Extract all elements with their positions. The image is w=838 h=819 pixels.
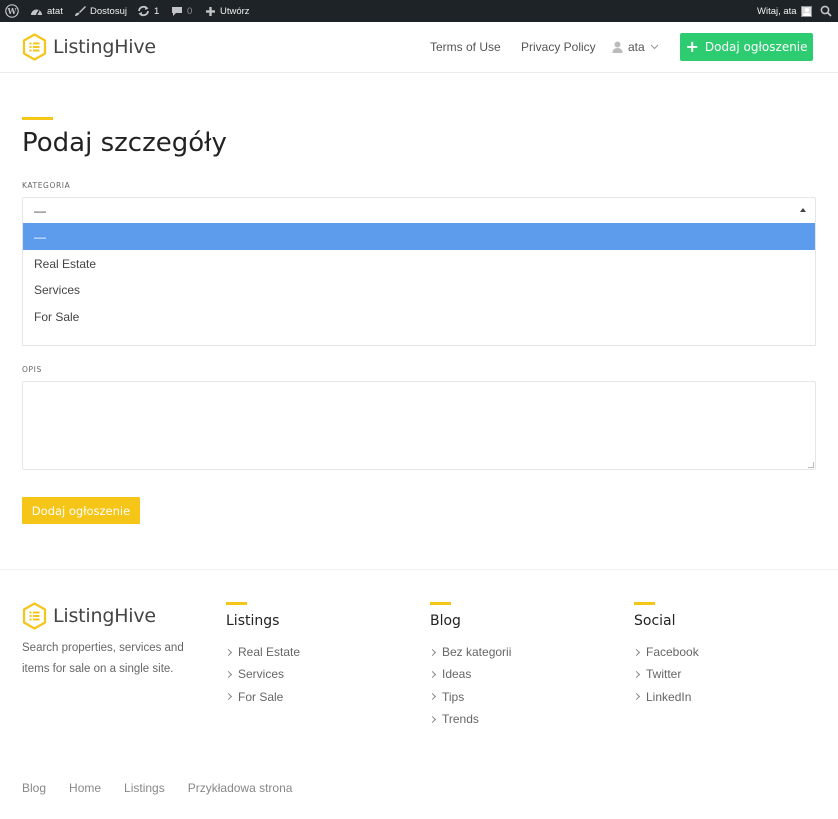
footer-link-label: LinkedIn	[646, 689, 692, 704]
site-name-menu[interactable]: atat	[30, 0, 63, 22]
footer-link-label: Trends	[442, 712, 479, 727]
search-icon[interactable]	[820, 0, 832, 22]
footer-list-blog: Bez kategorii Ideas Tips Trends	[428, 641, 512, 730]
add-listing-button[interactable]: + Dodaj ogłoszenie	[680, 33, 813, 61]
footer-link-label: Twitter	[646, 667, 682, 682]
chevron-right-icon	[428, 693, 437, 701]
footer-col-title-social: Social	[634, 613, 676, 629]
chevron-right-icon	[428, 715, 437, 723]
logo-text: ListingHive	[53, 36, 156, 58]
comments-count: 0	[187, 5, 193, 17]
footer-description: Search properties, services and items fo…	[22, 642, 184, 675]
avatar	[800, 5, 812, 17]
greeting: Witaj, ata	[757, 5, 797, 17]
hive-logo-icon	[22, 602, 47, 630]
footer-link-label: Tips	[442, 689, 465, 704]
page-title: Podaj szczegóły	[22, 128, 227, 158]
description-textarea[interactable]	[22, 381, 816, 470]
social-accent-line	[634, 602, 655, 605]
category-dropdown: — Real Estate Services For Sale	[22, 223, 816, 346]
user-name: ata	[628, 40, 645, 54]
comment-icon	[172, 6, 182, 16]
brush-icon	[75, 6, 86, 16]
footer-link-label: Real Estate	[238, 645, 301, 660]
chevron-right-icon	[428, 670, 437, 678]
footer-link[interactable]: LinkedIn	[632, 686, 699, 708]
footer-link[interactable]: Real Estate	[224, 641, 301, 663]
svg-text:W: W	[7, 6, 18, 16]
footer-bottom-nav: Blog Home Listings Przykładowa strona	[22, 781, 315, 795]
nav-terms-of-use[interactable]: Terms of Use	[430, 40, 501, 54]
footer-link[interactable]: Tips	[428, 686, 511, 708]
footer-link[interactable]: Services	[224, 663, 300, 685]
chevron-right-icon	[428, 648, 437, 656]
chevron-right-icon	[632, 648, 641, 656]
chevron-right-icon	[224, 693, 233, 701]
user-menu[interactable]: ata	[612, 40, 659, 54]
chevron-down-icon	[650, 44, 659, 50]
blog-accent-line	[430, 602, 451, 605]
footer-list-social: Facebook Twitter LinkedIn	[632, 641, 699, 708]
footer-link-label: Facebook	[646, 645, 699, 660]
footer-link-label: Bez kategorii	[442, 645, 512, 660]
chevron-right-icon	[224, 670, 233, 678]
listings-accent-line	[226, 602, 247, 605]
footer-link[interactable]: Facebook	[632, 641, 699, 663]
wordpress-logo-icon[interactable]: W	[5, 0, 19, 22]
footer-list-listings: Real Estate Services For Sale	[224, 641, 301, 708]
plus-icon: +	[685, 37, 699, 56]
footer-link-label: Services	[238, 667, 285, 682]
user-icon	[612, 41, 623, 53]
category-select[interactable]: —	[22, 197, 816, 224]
caret-up-icon	[800, 208, 806, 212]
comments-link[interactable]: 0	[171, 0, 192, 22]
account-menu[interactable]: Witaj, ata	[757, 0, 812, 22]
category-option-for-sale[interactable]: For Sale	[23, 303, 815, 330]
bottom-nav-listings[interactable]: Listings	[124, 781, 165, 795]
updates-count: 1	[154, 5, 160, 17]
footer-logo-text: ListingHive	[53, 605, 156, 627]
updates-link[interactable]: 1	[137, 0, 159, 22]
dashboard-icon	[31, 9, 42, 15]
footer-col-title-blog: Blog	[430, 613, 461, 629]
category-option[interactable]: —	[23, 223, 815, 250]
customize-link[interactable]: Dostosuj	[74, 0, 127, 22]
hive-logo-icon	[22, 33, 47, 61]
nav-privacy-policy[interactable]: Privacy Policy	[521, 40, 596, 54]
footer-link[interactable]: Trends	[428, 708, 511, 730]
plus-icon	[206, 6, 215, 16]
footer-link-label: For Sale	[238, 689, 284, 704]
description-label: OPIS	[22, 365, 42, 374]
submit-button[interactable]: Dodaj ogłoszenie	[22, 497, 140, 524]
new-label: Utwórz	[220, 5, 250, 17]
chevron-right-icon	[224, 648, 233, 656]
footer-link[interactable]: Bez kategorii	[428, 641, 512, 663]
footer-link[interactable]: Twitter	[632, 663, 699, 685]
category-option-real-estate[interactable]: Real Estate	[23, 250, 815, 277]
footer-link-label: Ideas	[442, 667, 472, 682]
admin-bar: W atat Dostosuj 1 0 Utwórz Witaj, ata	[0, 0, 838, 22]
resize-handle-icon[interactable]	[808, 462, 814, 468]
footer-col-title-listings: Listings	[226, 613, 280, 629]
chevron-right-icon	[632, 670, 641, 678]
site-logo[interactable]: ListingHive	[22, 33, 156, 61]
bottom-nav-home[interactable]: Home	[69, 781, 101, 795]
bottom-nav-sample-page[interactable]: Przykładowa strona	[188, 781, 293, 795]
site-name: atat	[47, 5, 63, 17]
bottom-nav-blog[interactable]: Blog	[22, 781, 46, 795]
footer-link[interactable]: Ideas	[428, 663, 511, 685]
category-option-services[interactable]: Services	[23, 276, 815, 303]
chevron-right-icon	[632, 693, 641, 701]
category-selected-value: —	[34, 204, 46, 218]
customize-label: Dostosuj	[90, 5, 127, 17]
site-header: ListingHive Terms of Use Privacy Policy …	[0, 22, 838, 73]
refresh-icon	[138, 5, 149, 17]
add-listing-label: Dodaj ogłoszenie	[704, 40, 808, 54]
footer-divider	[0, 569, 838, 570]
footer-link[interactable]: For Sale	[224, 686, 300, 708]
new-content-menu[interactable]: Utwórz	[205, 0, 250, 22]
category-label: KATEGORIA	[22, 181, 71, 190]
title-accent-line	[22, 117, 53, 120]
footer-logo[interactable]: ListingHive	[22, 602, 156, 630]
